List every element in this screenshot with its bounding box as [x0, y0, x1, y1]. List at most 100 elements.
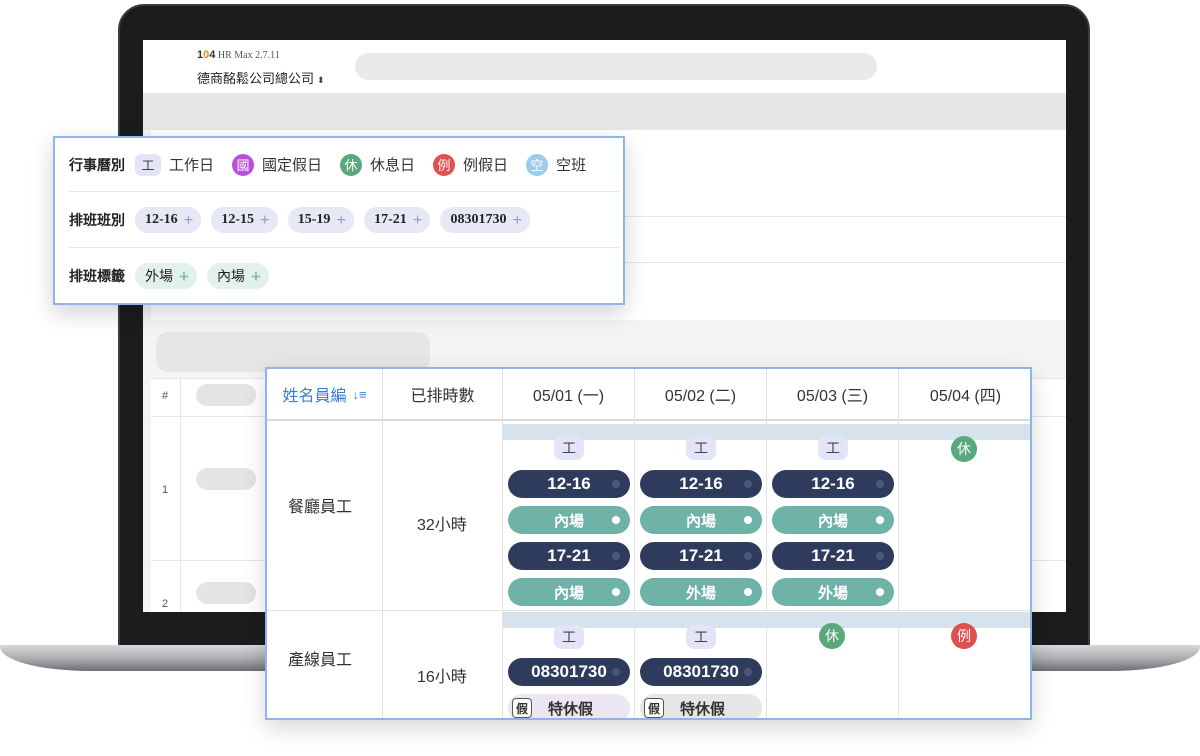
status-dot-icon [612, 480, 620, 488]
shift-chip[interactable]: 15-19 + [287, 206, 355, 233]
shift-chip[interactable]: 08301730 + [440, 206, 531, 233]
brand: 104 HR Max 2.7.11 [197, 49, 280, 61]
row-number: 1 [162, 484, 169, 496]
tag-chip[interactable]: 外場 + [135, 263, 197, 289]
column-header-date: 05/04 (四) [899, 369, 1030, 421]
shift-pill[interactable]: 08301730 [640, 658, 762, 686]
add-icon[interactable]: + [336, 211, 346, 228]
shift-chip-label: 12-15 [221, 211, 255, 227]
shift-pill[interactable]: 12-16 [772, 470, 894, 498]
hash-header: # [162, 390, 169, 402]
status-dot-icon [744, 516, 752, 524]
status-dot-icon [876, 516, 884, 524]
national-holiday-icon: 國 [232, 153, 255, 176]
shift-label: 12-16 [547, 474, 591, 493]
workday-icon: 工 [686, 625, 716, 649]
tag-label: 內場 [685, 512, 716, 530]
shift-label: 12-16 [811, 474, 855, 493]
regular-holiday-icon: 例 [433, 153, 456, 176]
legend-card: 行事曆別 工 工作日 國 國定假日 休 休息日 例 例假日 空 空班 排班班別 … [53, 136, 625, 305]
add-icon[interactable]: + [251, 268, 261, 285]
column-divider [180, 378, 181, 612]
shift-tag-row: 排班標籤 外場 + 內場 + [69, 248, 619, 304]
shift-pill[interactable]: 17-21 [772, 542, 894, 570]
shift-pill[interactable]: 17-21 [508, 542, 630, 570]
workday-icon: 工 [818, 436, 848, 460]
shift-label: 17-21 [811, 546, 855, 565]
calendar-item-work: 工 工作日 [135, 153, 215, 176]
shift-pill[interactable]: 08301730 [508, 658, 630, 686]
calendar-item-label: 工作日 [169, 157, 215, 174]
add-icon[interactable]: + [413, 211, 423, 228]
shift-tag-title: 排班標籤 [69, 268, 125, 284]
employee-name[interactable]: 餐廳員工 [288, 493, 352, 517]
tag-label: 內場 [817, 512, 848, 530]
search-bar-placeholder[interactable] [355, 53, 877, 80]
leave-pill[interactable]: 假特休假 [640, 694, 762, 718]
column-header-hours: 已排時數 [383, 369, 503, 421]
name-placeholder [196, 468, 256, 490]
shift-chip-label: 08301730 [450, 211, 507, 227]
calendar-type-row: 行事曆別 工 工作日 國 國定假日 休 休息日 例 例假日 空 空班 [69, 138, 619, 192]
tag-pill[interactable]: 內場 [508, 578, 630, 606]
shift-pill[interactable]: 12-16 [508, 470, 630, 498]
column-divider [634, 421, 635, 718]
shift-label: 08301730 [663, 662, 739, 681]
calendar-item-label: 空班 [556, 157, 587, 174]
calendar-item-label: 休息日 [370, 157, 416, 174]
company-selector[interactable]: 德商酩鬆公司總公司 ⬍ [197, 68, 325, 87]
workday-icon: 工 [686, 436, 716, 460]
shift-chip[interactable]: 12-16 + [135, 206, 202, 233]
empty-shift-icon: 空 [526, 153, 549, 176]
shift-chip[interactable]: 12-15 + [211, 206, 278, 233]
column-header-name[interactable]: 姓名員編 ↓≡ [267, 369, 383, 421]
leave-label: 特休假 [548, 700, 594, 718]
column-header-date: 05/01 (一) [503, 369, 635, 421]
status-dot-icon [744, 480, 752, 488]
shift-pill[interactable]: 12-16 [640, 470, 762, 498]
tag-pill[interactable]: 外場 [772, 578, 894, 606]
action-button-placeholder[interactable] [156, 332, 430, 372]
name-placeholder [196, 582, 256, 604]
status-dot-icon [744, 668, 752, 676]
row-divider [267, 610, 1030, 611]
toolbar-band [143, 94, 1066, 130]
scheduled-hours: 32小時 [417, 517, 467, 534]
status-dot-icon [744, 552, 752, 560]
add-icon[interactable]: + [512, 211, 522, 228]
rest-day-icon: 休 [951, 436, 977, 462]
column-divider [898, 421, 899, 718]
add-icon[interactable]: + [179, 268, 189, 285]
shift-pill[interactable]: 17-21 [640, 542, 762, 570]
app-header: 104 HR Max 2.7.11 德商酩鬆公司總公司 ⬍ [143, 40, 1066, 94]
tag-pill[interactable]: 內場 [508, 506, 630, 534]
tag-chip[interactable]: 內場 + [206, 263, 269, 289]
tag-label: 外場 [817, 584, 848, 602]
status-dot-icon [876, 552, 884, 560]
shift-chip[interactable]: 17-21 + [364, 206, 431, 233]
rest-day-icon: 休 [819, 623, 845, 649]
calendar-item-label: 例假日 [463, 157, 509, 174]
column-header-date: 05/02 (二) [635, 369, 767, 421]
add-icon[interactable]: + [184, 211, 194, 228]
shift-type-title: 排班班別 [69, 211, 125, 228]
leave-icon: 假 [512, 698, 532, 718]
calendar-item-regular-holiday: 例 例假日 [433, 153, 509, 176]
workday-icon: 工 [554, 436, 584, 460]
column-header-date: 05/03 (三) [767, 369, 899, 421]
brand-logo: 104 [197, 49, 216, 61]
add-icon[interactable]: + [260, 211, 270, 228]
tag-pill[interactable]: 內場 [772, 506, 894, 534]
leave-pill[interactable]: 假特休假 [508, 694, 630, 718]
workday-icon: 工 [135, 153, 161, 176]
status-dot-icon [612, 552, 620, 560]
header-placeholder [196, 384, 256, 406]
tag-pill[interactable]: 外場 [640, 578, 762, 606]
company-name: 德商酩鬆公司總公司 [197, 71, 315, 86]
status-dot-icon [744, 588, 752, 596]
sort-icon[interactable]: ↓≡ [352, 387, 366, 402]
column-divider [382, 421, 383, 718]
employee-name[interactable]: 產線員工 [288, 646, 352, 670]
date-label: 05/01 (一) [532, 388, 605, 405]
tag-pill[interactable]: 內場 [640, 506, 762, 534]
